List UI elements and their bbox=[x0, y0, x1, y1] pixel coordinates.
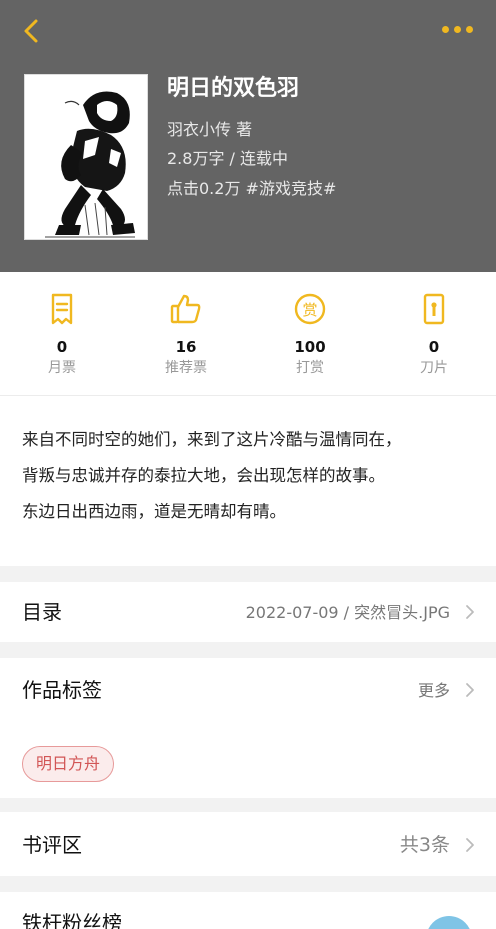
reward-coin-icon: 赏 bbox=[294, 293, 326, 325]
blade-icon bbox=[423, 293, 445, 325]
stat-monthly-ticket[interactable]: 0 月票 bbox=[0, 292, 124, 377]
stat-label: 推荐票 bbox=[165, 360, 207, 376]
chevron-right-icon bbox=[466, 605, 474, 619]
stat-value: 16 bbox=[175, 338, 197, 356]
chevron-right-icon bbox=[466, 838, 474, 852]
reviews-row[interactable]: 书评区 共3条 bbox=[0, 812, 496, 876]
back-arrow-icon[interactable] bbox=[18, 16, 48, 46]
more-options-icon[interactable] bbox=[440, 26, 476, 36]
tags-title: 作品标签 bbox=[22, 678, 102, 702]
author-line[interactable]: 羽衣小传 著 bbox=[167, 119, 252, 141]
tag-pill[interactable]: 明日方舟 bbox=[22, 746, 115, 782]
stats-bar: 0 月票 16 推荐票 赏 100 打赏 0 刀片 bbox=[0, 272, 496, 396]
clicks-genre: 点击0.2万 #游戏竞技# bbox=[167, 179, 337, 198]
stat-reward[interactable]: 赏 100 打赏 bbox=[248, 292, 372, 377]
ticket-icon bbox=[51, 293, 73, 325]
avatar[interactable] bbox=[426, 916, 472, 929]
book-title: 明日的双色羽 bbox=[167, 76, 300, 101]
book-description[interactable]: 来自不同时空的她们，来到了这片冷酷与温情同在， 背叛与忠诚并存的泰拉大地，会出现… bbox=[0, 396, 496, 566]
word-count-status: 2.8万字 / 连载中 bbox=[167, 149, 289, 168]
latest-chapter: 2022-07-09 / 突然冒头.JPG bbox=[245, 603, 450, 622]
reviews-title: 书评区 bbox=[22, 833, 82, 857]
book-header: 明日的双色羽 羽衣小传 著 2.8万字 / 连载中 点击0.2万 #游戏竞技# bbox=[0, 0, 496, 272]
description-line: 东边日出西边雨，道是无晴却有晴。 bbox=[22, 502, 286, 521]
stat-label: 月票 bbox=[48, 360, 76, 376]
stat-recommend-ticket[interactable]: 16 推荐票 bbox=[124, 292, 248, 377]
toc-row[interactable]: 目录 2022-07-09 / 突然冒头.JPG bbox=[0, 582, 496, 642]
fans-title: 铁杆粉丝榜 bbox=[22, 911, 122, 929]
stat-label: 打赏 bbox=[296, 360, 324, 376]
description-line: 来自不同时空的她们，来到了这片冷酷与温情同在， bbox=[22, 430, 402, 449]
thumbs-up-icon bbox=[170, 294, 201, 324]
svg-text:赏: 赏 bbox=[302, 301, 317, 319]
stat-label: 刀片 bbox=[420, 360, 448, 376]
chevron-right-icon[interactable] bbox=[464, 682, 476, 698]
tags-section: 作品标签 更多 明日方舟 bbox=[0, 658, 496, 798]
fans-ranking-row[interactable]: 铁杆粉丝榜 bbox=[0, 892, 496, 929]
tags-more-link[interactable]: 更多 bbox=[418, 680, 450, 702]
reviews-count: 共3条 bbox=[399, 834, 450, 856]
toc-title: 目录 bbox=[22, 600, 62, 624]
stat-value: 0 bbox=[56, 338, 68, 356]
stat-value: 0 bbox=[428, 338, 440, 356]
stat-value: 100 bbox=[294, 338, 326, 356]
book-cover-image bbox=[24, 74, 148, 240]
description-line: 背叛与忠诚并存的泰拉大地，会出现怎样的故事。 bbox=[22, 466, 385, 485]
stat-blade[interactable]: 0 刀片 bbox=[372, 292, 496, 377]
